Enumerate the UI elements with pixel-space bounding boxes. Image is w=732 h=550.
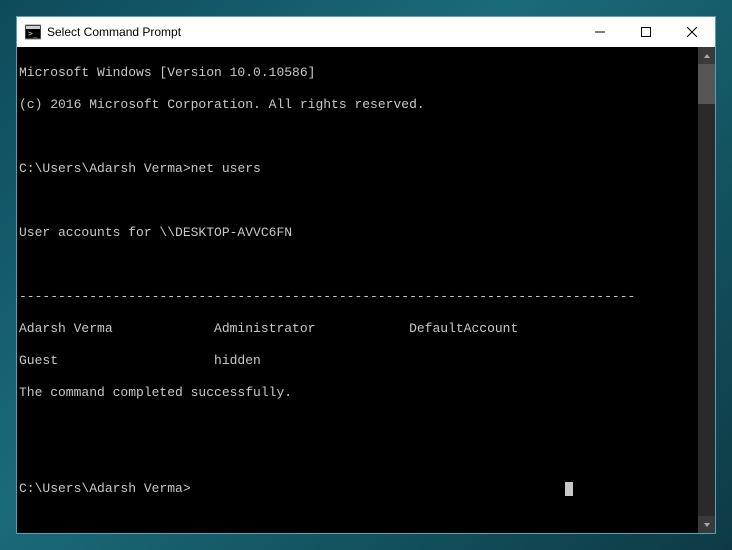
command-text: net users [191, 161, 261, 176]
output-line: Microsoft Windows [Version 10.0.10586] [19, 65, 698, 81]
output-line: The command completed successfully. [19, 385, 698, 401]
close-button[interactable] [669, 17, 715, 47]
output-line [19, 129, 698, 145]
svg-text:>_: >_ [28, 29, 38, 38]
terminal-output[interactable]: Microsoft Windows [Version 10.0.10586] (… [17, 47, 698, 533]
vertical-scrollbar[interactable] [698, 47, 715, 533]
output-line [19, 417, 698, 433]
output-line [19, 257, 698, 273]
prompt-line: C:\Users\Adarsh Verma>net users [19, 161, 698, 177]
output-line: User accounts for \\DESKTOP-AVVC6FN [19, 225, 698, 241]
output-line: Guest hidden [19, 353, 698, 369]
prompt-path: C:\Users\Adarsh Verma> [19, 161, 191, 176]
prompt-path: C:\Users\Adarsh Verma> [19, 481, 191, 496]
output-line: Adarsh Verma Administrator DefaultAccoun… [19, 321, 698, 337]
scrollbar-thumb[interactable] [698, 64, 715, 104]
output-line: ----------------------------------------… [19, 289, 698, 305]
cursor-icon [565, 482, 573, 496]
minimize-button[interactable] [577, 17, 623, 47]
prompt-line: C:\Users\Adarsh Verma> [19, 481, 698, 497]
window-title: Select Command Prompt [47, 25, 181, 39]
maximize-button[interactable] [623, 17, 669, 47]
window-controls [577, 17, 715, 47]
command-prompt-window: >_ Select Command Prompt Microsoft Windo… [16, 16, 716, 534]
output-line [19, 193, 698, 209]
output-line: (c) 2016 Microsoft Corporation. All righ… [19, 97, 698, 113]
titlebar[interactable]: >_ Select Command Prompt [17, 17, 715, 47]
output-line [19, 449, 698, 465]
scroll-up-button[interactable] [698, 47, 715, 64]
command-prompt-icon: >_ [25, 24, 41, 40]
terminal-area: Microsoft Windows [Version 10.0.10586] (… [17, 47, 715, 533]
scroll-down-button[interactable] [698, 516, 715, 533]
